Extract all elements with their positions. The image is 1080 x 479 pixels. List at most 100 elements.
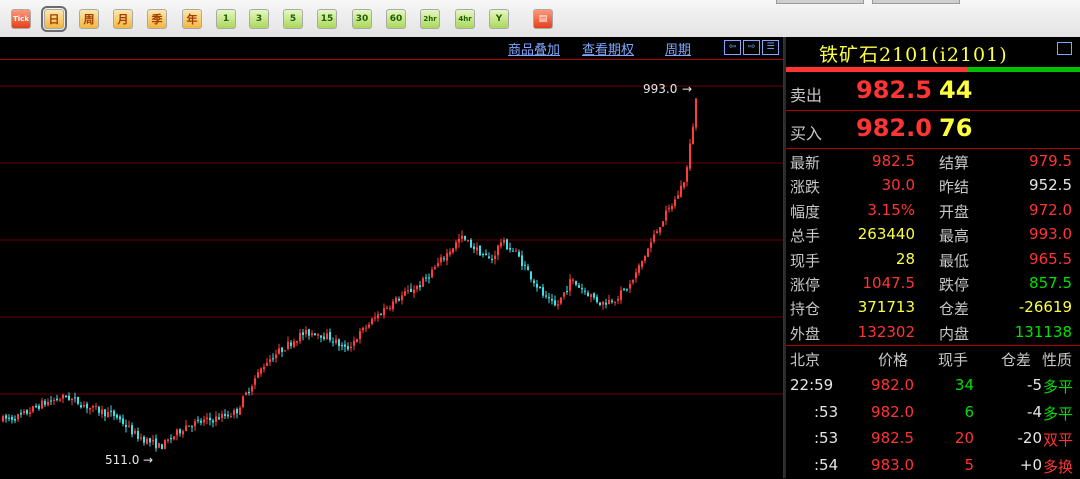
candle-body [47, 401, 49, 406]
candle-body [368, 324, 370, 328]
candle-body [404, 291, 406, 296]
low-arrow-icon: → [143, 453, 153, 467]
candle-body [638, 265, 640, 273]
candle-body [536, 283, 538, 288]
window-control-right[interactable] [872, 0, 960, 4]
candle-body [356, 339, 358, 343]
candle-body [113, 410, 115, 416]
buy-price[interactable]: 982.0 [856, 114, 932, 142]
candle-body [320, 335, 322, 338]
toolbar-button-9[interactable]: 5 [283, 9, 303, 29]
candle-body [530, 271, 532, 280]
candle-body [674, 199, 676, 206]
period-link[interactable]: 周期 [665, 39, 691, 58]
toolbar-button-14[interactable]: 4hr [455, 9, 475, 29]
candle-body [305, 330, 307, 335]
candle-body [497, 245, 499, 256]
scroll-right-icon[interactable]: ⇨ [743, 40, 760, 55]
stat-value: -26619 [1018, 298, 1072, 317]
toolbar-button-3[interactable]: 周 [79, 9, 99, 29]
candle-body [221, 414, 223, 419]
tick-nature: 多换 [1043, 457, 1074, 476]
candle-body [440, 257, 442, 263]
candle-body [56, 398, 58, 401]
candle-body [212, 420, 214, 423]
stat-value: 28 [895, 249, 915, 268]
candle-body [239, 407, 241, 415]
tick-time: :54 [814, 455, 839, 474]
tick-row[interactable]: :53 982.5 20 -20 双平 [786, 426, 1080, 452]
candle-body [545, 295, 547, 297]
candle-body [365, 327, 367, 329]
candle-body [80, 405, 82, 408]
toolbar-button-5[interactable]: 季 [147, 9, 167, 29]
candle-body [509, 248, 511, 250]
candle-body [452, 248, 454, 253]
candle-body [62, 394, 64, 399]
candle-body [512, 250, 514, 252]
toolbar-button-10[interactable]: 15 [317, 9, 337, 29]
candle-body [407, 290, 409, 292]
candle-body [341, 344, 343, 346]
candle-body [197, 419, 199, 421]
candle-body [248, 391, 250, 393]
candle-body [335, 339, 337, 344]
toolbar-button-1[interactable]: Tick [11, 9, 31, 29]
tick-row[interactable]: 22:59 982.0 34 -5 多平 [786, 373, 1080, 399]
toolbar-button-7[interactable]: 1 [216, 9, 236, 29]
candle-body [515, 250, 517, 252]
view-options-link[interactable]: 查看期权 [582, 39, 634, 58]
candle-body [620, 290, 622, 300]
candle-body [236, 408, 238, 414]
stat-label: 最低 [939, 251, 970, 270]
candle-body [155, 438, 157, 449]
candle-body [656, 231, 658, 234]
window-control-left[interactable] [776, 0, 864, 4]
candle-body [443, 258, 445, 260]
toolbar-button-13[interactable]: 2hr [420, 9, 440, 29]
candle-body [650, 242, 652, 248]
toolbar-button-16[interactable]: ▤ [533, 9, 553, 29]
maximize-icon[interactable] [1057, 42, 1072, 55]
candle-body [473, 246, 475, 250]
candle-body [521, 255, 523, 267]
toolbar-button-8[interactable]: 3 [249, 9, 269, 29]
candle-body [581, 288, 583, 290]
candle-body [194, 421, 196, 427]
stat-value: 263440 [857, 225, 915, 244]
toolbar-button-15[interactable]: Y [489, 9, 509, 29]
candle-body [416, 286, 418, 290]
toolbar-button-12[interactable]: 60 [386, 9, 406, 29]
scroll-left-icon[interactable]: ⇦ [724, 40, 741, 55]
candle-body [659, 227, 661, 233]
stat-label: 涨停 [790, 276, 821, 294]
chart-nav-buttons: ⇦ ⇨ ☰ [724, 40, 779, 55]
stat-value: 993.0 [1029, 225, 1072, 244]
stat-value: 1047.5 [862, 274, 916, 292]
candle-body [596, 296, 598, 302]
candle-body [83, 404, 85, 407]
tick-row[interactable]: :53 982.0 6 -4 多平 [786, 400, 1080, 426]
menu-icon[interactable]: ☰ [762, 40, 779, 55]
tick-price: 982.5 [871, 429, 914, 447]
toolbar-button-4[interactable]: 月 [113, 9, 133, 29]
stat-label: 涨跌 [790, 178, 821, 197]
candle-body [41, 400, 43, 409]
tick-row[interactable]: :54 983.0 5 +0 多换 [786, 453, 1080, 479]
sell-price[interactable]: 982.5 [856, 76, 932, 104]
stat-row: 涨停 1047.5 跌停 857.5 [786, 271, 1080, 295]
candle-body [143, 436, 145, 443]
toolbar-button-2[interactable]: 日 [41, 6, 67, 32]
kline-svg[interactable]: 993.0 → 511.0 → [0, 59, 783, 478]
candle-body [185, 425, 187, 431]
candle-body [137, 431, 139, 439]
candle-body [215, 416, 217, 422]
candle-body [206, 417, 208, 419]
candle-body [599, 302, 601, 306]
overlay-commodity-link[interactable]: 商品叠加 [508, 39, 560, 58]
stat-value: 131138 [1014, 322, 1072, 341]
toolbar-button-11[interactable]: 30 [352, 9, 372, 29]
candle-body [23, 411, 25, 414]
candle-body [17, 414, 19, 420]
toolbar-button-6[interactable]: 年 [182, 9, 202, 29]
